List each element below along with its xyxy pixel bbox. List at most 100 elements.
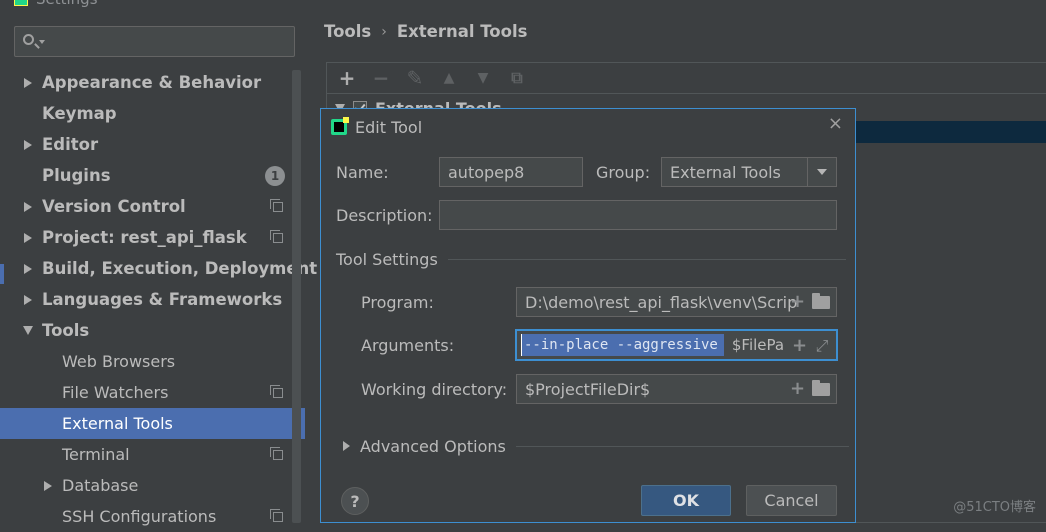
pycharm-icon (331, 117, 349, 135)
expand-arrow-icon[interactable] (24, 77, 32, 88)
window-title: Settings (14, 0, 98, 9)
sidebar-item-label: Plugins (42, 166, 111, 185)
collapse-arrow-icon[interactable] (23, 326, 33, 335)
sidebar-item-label: External Tools (62, 414, 173, 433)
sidebar-item-web-browsers[interactable]: Web Browsers (0, 346, 291, 377)
sidebar-item-label: Project: rest_api_flask (42, 228, 247, 247)
section-divider (515, 445, 849, 447)
sidebar-item-file-watchers[interactable]: File Watchers (0, 377, 291, 408)
insert-macro-icon[interactable]: + (790, 293, 805, 311)
working-directory-value: $ProjectFileDir$ (525, 379, 651, 399)
sidebar-item-tools[interactable]: Tools (0, 315, 291, 346)
tool-settings-section: Tool Settings (336, 249, 846, 269)
sidebar-item-build-execution-deployment[interactable]: Build, Execution, Deployment (0, 253, 317, 284)
project-level-icon (270, 508, 283, 522)
group-label: Group: (596, 163, 651, 182)
expand-arrow-icon[interactable] (24, 139, 32, 150)
sidebar-item-editor[interactable]: Editor (0, 129, 291, 160)
dialog-title: Edit Tool (355, 117, 423, 137)
browse-folder-icon[interactable] (812, 379, 830, 396)
arguments-field[interactable]: --in-place --aggressive $FilePa + ⤢ (515, 329, 838, 361)
sidebar-item-ssh-configurations[interactable]: SSH Configurations (0, 501, 291, 532)
program-field[interactable]: D:\demo\rest_api_flask\venv\Scrip + (516, 287, 837, 317)
help-button[interactable]: ? (341, 487, 369, 515)
add-tool-icon[interactable]: + (337, 66, 357, 90)
sidebar-item-languages-frameworks[interactable]: Languages & Frameworks (0, 284, 291, 315)
tool-settings-label: Tool Settings (336, 249, 438, 269)
dialog-title-bar: Edit Tool (331, 117, 422, 137)
settings-tree: Appearance & Behavior Keymap Editor Plug… (0, 67, 317, 532)
edit-tool-icon[interactable]: ✎ (405, 66, 425, 90)
arguments-actions: + ⤢ (792, 336, 830, 356)
program-actions: + (790, 292, 830, 311)
cancel-button[interactable]: Cancel (746, 485, 837, 516)
search-icon (23, 34, 34, 45)
insert-macro-icon[interactable]: + (790, 380, 805, 398)
working-directory-field[interactable]: $ProjectFileDir$ + (516, 374, 837, 404)
remove-tool-icon[interactable]: − (371, 66, 391, 90)
sidebar-item-external-tools[interactable]: External Tools (0, 408, 305, 439)
description-label: Description: (336, 206, 433, 225)
ok-button[interactable]: OK (641, 485, 731, 516)
sidebar-item-label: Editor (42, 135, 99, 154)
breadcrumb: Tools › External Tools (324, 22, 527, 41)
sidebar-item-terminal[interactable]: Terminal (0, 439, 291, 470)
selected-tool-row[interactable] (852, 121, 1046, 143)
insert-macro-icon[interactable]: + (792, 337, 807, 355)
expand-arrow-icon[interactable] (24, 201, 32, 212)
program-value: D:\demo\rest_api_flask\venv\Scrip (525, 292, 798, 312)
advanced-options-label: Advanced Options (360, 436, 506, 456)
expand-arrow-icon[interactable] (24, 294, 32, 305)
chevron-down-icon[interactable] (807, 158, 836, 186)
expand-arrow-icon[interactable] (24, 263, 32, 274)
breadcrumb-separator: › (381, 23, 387, 40)
project-level-icon (270, 384, 283, 398)
group-combobox[interactable]: External Tools (661, 157, 837, 187)
sidebar-item-plugins[interactable]: Plugins 1 (0, 160, 291, 191)
browse-folder-icon[interactable] (812, 292, 830, 309)
name-label: Name: (336, 163, 389, 182)
move-up-icon[interactable]: ▲ (439, 68, 459, 88)
plugins-update-badge: 1 (265, 165, 285, 186)
expand-editor-icon[interactable]: ⤢ (814, 336, 830, 356)
sidebar-item-label: Appearance & Behavior (42, 73, 262, 92)
watermark: @51CTO博客 (953, 500, 1036, 515)
sidebar-scrollbar[interactable] (292, 70, 301, 523)
settings-search-input[interactable] (14, 26, 295, 57)
sidebar-item-label: Build, Execution, Deployment (42, 259, 318, 278)
move-down-icon[interactable]: ▼ (473, 68, 493, 88)
settings-sidebar: Settings Appearance & Behavior Keymap Ed… (0, 0, 317, 526)
tools-toolbar: + − ✎ ▲ ▼ ⧉ (327, 63, 1046, 94)
working-directory-actions: + (790, 379, 830, 398)
advanced-options-toggle[interactable]: Advanced Options (343, 436, 849, 456)
arguments-rest-text: $FilePa (731, 336, 785, 354)
description-field[interactable] (439, 200, 837, 230)
sidebar-item-label: Database (62, 476, 139, 495)
sidebar-item-label: File Watchers (62, 383, 169, 402)
sidebar-item-label: Languages & Frameworks (42, 290, 283, 309)
arguments-label: Arguments: (361, 336, 455, 355)
sidebar-item-label: Terminal (62, 445, 130, 464)
expand-arrow-icon[interactable] (44, 480, 52, 491)
expand-arrow-icon[interactable] (24, 232, 32, 243)
breadcrumb-root: Tools (324, 22, 372, 41)
project-level-icon (270, 198, 283, 212)
sidebar-item-project[interactable]: Project: rest_api_flask (0, 222, 291, 253)
sidebar-item-label: Tools (42, 321, 90, 340)
sidebar-item-keymap[interactable]: Keymap (0, 98, 291, 129)
sidebar-item-version-control[interactable]: Version Control (0, 191, 291, 222)
sidebar-item-appearance-behavior[interactable]: Appearance & Behavior (0, 67, 291, 98)
close-icon[interactable]: × (828, 113, 843, 134)
name-field[interactable]: autopep8 (439, 157, 583, 187)
sidebar-item-label: Keymap (42, 104, 117, 123)
group-value: External Tools (670, 162, 781, 182)
search-history-dropdown-icon[interactable] (39, 40, 45, 44)
section-divider (447, 258, 846, 260)
sidebar-item-database[interactable]: Database (0, 470, 291, 501)
copy-tool-icon[interactable]: ⧉ (507, 68, 527, 88)
app-logo-icon (14, 0, 28, 6)
edit-tool-dialog: Edit Tool × Name: autopep8 Group: Extern… (320, 108, 856, 523)
project-level-icon (270, 446, 283, 460)
working-directory-label: Working directory: (361, 380, 508, 399)
expand-arrow-icon[interactable] (343, 441, 350, 451)
